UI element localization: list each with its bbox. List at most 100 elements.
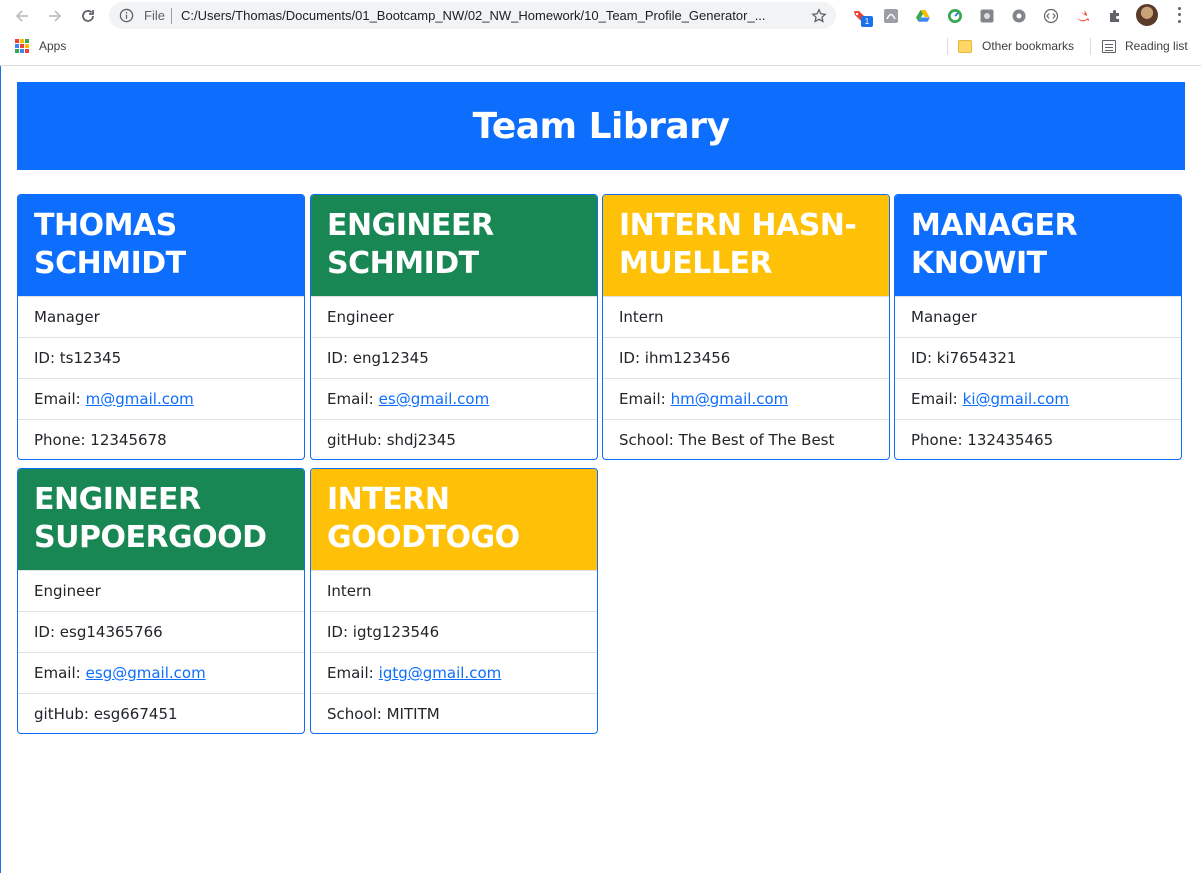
page-content: Team Library THOMAS SCHMIDT Manager ID: …	[0, 66, 1201, 873]
puzzle-icon[interactable]	[1105, 6, 1125, 26]
browser-toolbar: File C:/Users/Thomas/Documents/01_Bootca…	[0, 0, 1201, 32]
email-link[interactable]: ki@gmail.com	[963, 390, 1069, 408]
employee-card: MANAGER KNOWIT Manager ID: ki7654321 Ema…	[894, 194, 1182, 460]
card-details: Manager ID: ts12345 Email: m@gmail.com P…	[18, 296, 304, 459]
employee-name: ENGINEER SCHMIDT	[327, 208, 494, 281]
employee-id: ID: eng12345	[311, 337, 597, 378]
employee-email-row: Email: hm@gmail.com	[603, 378, 889, 419]
info-icon[interactable]	[118, 7, 135, 24]
employee-email-row: Email: esg@gmail.com	[18, 652, 304, 693]
card-details: Manager ID: ki7654321 Email: ki@gmail.co…	[895, 296, 1181, 459]
apps-bookmark[interactable]: Apps	[15, 39, 66, 53]
gear-extension-icon[interactable]	[1009, 6, 1029, 26]
apps-grid-icon	[15, 39, 29, 53]
employee-id: ID: igtg123546	[311, 611, 597, 652]
card-header: INTERN GOODTOGO	[311, 469, 597, 570]
employee-extra: School: MITITM	[311, 693, 597, 733]
employee-id: ID: ihm123456	[603, 337, 889, 378]
email-link[interactable]: igtg@gmail.com	[379, 664, 502, 682]
page-title: Team Library	[472, 105, 730, 147]
url-text[interactable]: C:/Users/Thomas/Documents/01_Bootcamp_NW…	[181, 8, 807, 23]
email-link[interactable]: hm@gmail.com	[671, 390, 789, 408]
arrow-left-icon	[15, 10, 28, 22]
employee-role: Manager	[895, 296, 1181, 337]
employee-email-row: Email: m@gmail.com	[18, 378, 304, 419]
more-menu-icon[interactable]	[1172, 5, 1186, 25]
profile-avatar[interactable]	[1136, 4, 1158, 26]
employee-name: THOMAS SCHMIDT	[34, 208, 186, 281]
bookmarks-divider	[1090, 38, 1091, 55]
card-header: MANAGER KNOWIT	[895, 195, 1181, 296]
employee-card: INTERN GOODTOGO Intern ID: igtg123546 Em…	[310, 468, 598, 734]
browser-chrome: File C:/Users/Thomas/Documents/01_Bootca…	[0, 0, 1201, 66]
reload-button[interactable]	[76, 4, 100, 28]
folder-icon	[958, 39, 972, 53]
reload-icon	[82, 10, 94, 22]
email-label: Email:	[34, 664, 81, 682]
employee-id: ID: esg14365766	[18, 611, 304, 652]
bookmarks-divider	[947, 38, 948, 55]
email-label: Email:	[911, 390, 958, 408]
email-label: Email:	[327, 390, 374, 408]
employee-card: ENGINEER SCHMIDT Engineer ID: eng12345 E…	[310, 194, 598, 460]
email-link[interactable]: m@gmail.com	[86, 390, 194, 408]
reading-list-icon	[1102, 39, 1116, 53]
employee-extra: gitHub: shdj2345	[311, 419, 597, 459]
employee-extra: Phone: 12345678	[18, 419, 304, 459]
arrow-right-icon	[49, 10, 62, 22]
employee-card: ENGINEER SUPOERGOOD Engineer ID: esg1436…	[17, 468, 305, 734]
bookmark-star-icon[interactable]	[809, 6, 829, 26]
employee-email-row: Email: ki@gmail.com	[895, 378, 1181, 419]
employee-id: ID: ki7654321	[895, 337, 1181, 378]
forward-button[interactable]	[43, 4, 67, 28]
reading-list-label: Reading list	[1125, 39, 1188, 53]
reading-list[interactable]: Reading list	[1102, 39, 1188, 53]
code-extension-icon[interactable]	[1041, 6, 1061, 26]
employee-role: Manager	[18, 296, 304, 337]
employee-role: Engineer	[311, 296, 597, 337]
back-button[interactable]	[10, 4, 34, 28]
employee-role: Engineer	[18, 570, 304, 611]
other-bookmarks-label: Other bookmarks	[982, 39, 1075, 53]
swift-icon[interactable]	[1073, 6, 1093, 26]
gray-extension-icon[interactable]	[977, 6, 997, 26]
card-header: ENGINEER SUPOERGOOD	[18, 469, 304, 570]
pdf-extension-icon[interactable]	[881, 6, 901, 26]
bookmarks-bar: Apps Other bookmarks Reading list	[0, 36, 1201, 58]
address-bar[interactable]: File C:/Users/Thomas/Documents/01_Bootca…	[109, 2, 836, 29]
employee-name: ENGINEER SUPOERGOOD	[34, 482, 267, 555]
employee-extra: Phone: 132435465	[895, 419, 1181, 459]
speed-extension-icon[interactable]	[945, 6, 965, 26]
other-bookmarks[interactable]: Other bookmarks	[958, 39, 1074, 53]
employee-name: MANAGER KNOWIT	[911, 208, 1078, 281]
card-details: Intern ID: ihm123456 Email: hm@gmail.com…	[603, 296, 889, 459]
employee-role: Intern	[603, 296, 889, 337]
card-details: Intern ID: igtg123546 Email: igtg@gmail.…	[311, 570, 597, 733]
email-link[interactable]: es@gmail.com	[379, 390, 490, 408]
email-label: Email:	[34, 390, 81, 408]
employee-id: ID: ts12345	[18, 337, 304, 378]
card-header: INTERN HASN-MUELLER	[603, 195, 889, 296]
card-header: ENGINEER SCHMIDT	[311, 195, 597, 296]
employee-extra: gitHub: esg667451	[18, 693, 304, 733]
employee-card: INTERN HASN-MUELLER Intern ID: ihm123456…	[602, 194, 890, 460]
page-banner: Team Library	[17, 82, 1185, 170]
extension-badge: 1	[861, 16, 873, 27]
omnibox-divider	[171, 8, 172, 24]
email-link[interactable]: esg@gmail.com	[86, 664, 206, 682]
employee-email-row: Email: igtg@gmail.com	[311, 652, 597, 693]
email-label: Email:	[619, 390, 666, 408]
card-details: Engineer ID: eng12345 Email: es@gmail.co…	[311, 296, 597, 459]
card-header: THOMAS SCHMIDT	[18, 195, 304, 296]
drive-icon[interactable]	[913, 6, 933, 26]
employee-email-row: Email: es@gmail.com	[311, 378, 597, 419]
employee-extra: School: The Best of The Best	[603, 419, 889, 459]
employee-name: INTERN HASN-MUELLER	[619, 208, 857, 281]
employee-name: INTERN GOODTOGO	[327, 482, 520, 555]
file-label: File	[144, 8, 165, 23]
employee-role: Intern	[311, 570, 597, 611]
apps-label: Apps	[39, 39, 67, 53]
email-label: Email:	[327, 664, 374, 682]
card-details: Engineer ID: esg14365766 Email: esg@gmai…	[18, 570, 304, 733]
employee-card: THOMAS SCHMIDT Manager ID: ts12345 Email…	[17, 194, 305, 460]
